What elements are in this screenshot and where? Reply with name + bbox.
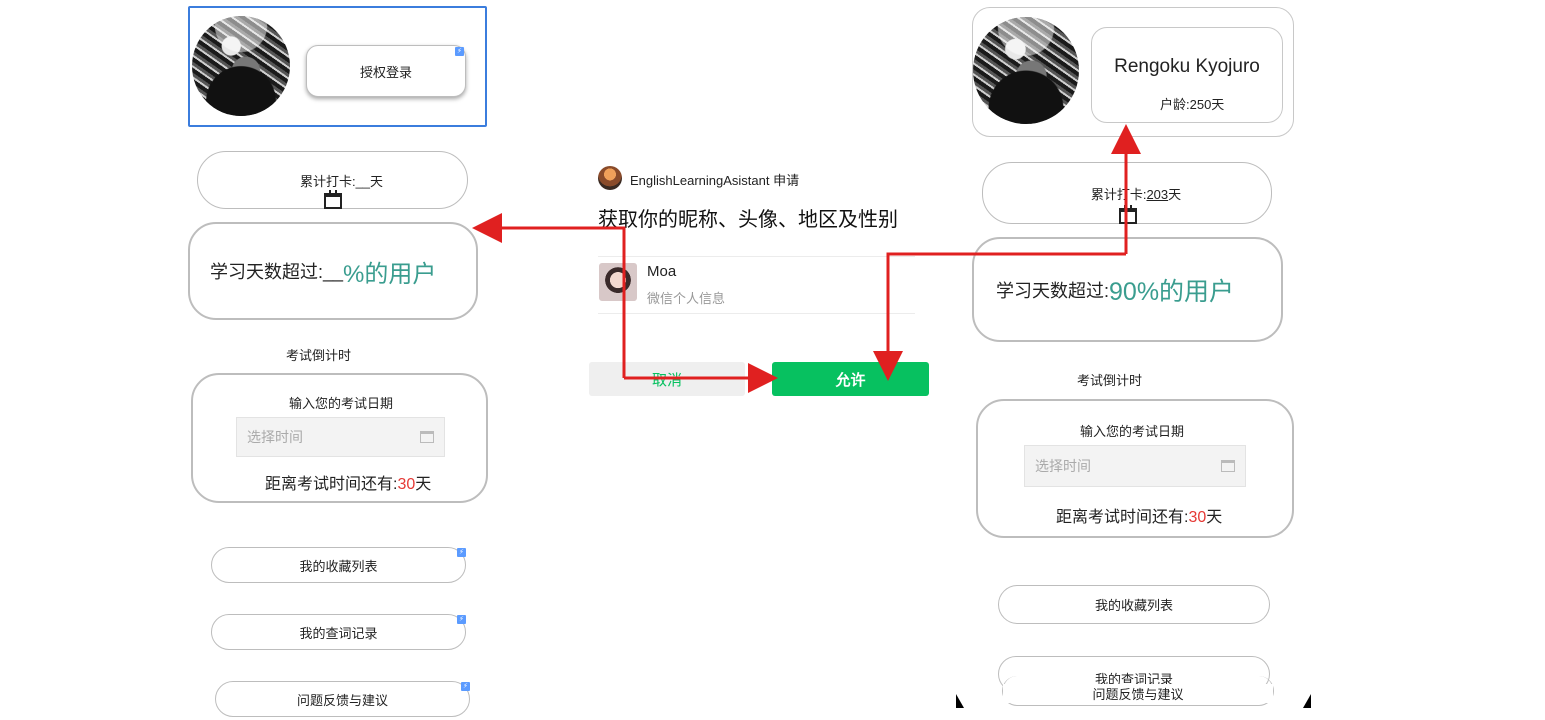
dialog-cancel-label: 取消 [651,371,682,389]
right-remain-days: 30 [1188,509,1207,526]
right-checkin-days: 203 [1146,186,1169,202]
dialog-user-sub: 微信个人信息 [647,291,726,306]
left-countdown-title: 考试倒计时 [286,348,352,363]
left-study-suffix: %的用户 [343,260,437,288]
left-checkin-label: 累计打卡:__天 [299,173,384,189]
dialog-cancel-button[interactable]: 取消 [589,362,745,396]
left-study-card: 学习天数超过:__ %的用户 [188,222,478,320]
dialog-user-name: Moa [647,263,677,280]
right-menu-favorites-label: 我的收藏列表 [1094,598,1173,613]
right-remain-prefix: 距离考试时间还有: [1056,509,1189,526]
left-date-placeholder: 选择时间 [247,429,303,445]
left-remain-suffix: 天 [415,476,432,493]
calendar-small-icon [1221,460,1235,472]
right-study-prefix: 学习天数超过: [996,280,1110,301]
right-study-card: 学习天数超过: 90%的用户 [972,237,1283,342]
left-remain-days: 30 [397,476,416,493]
calendar-icon [323,190,342,209]
divider [598,313,915,314]
right-date-input[interactable]: 选择时间 [1024,445,1246,487]
right-checkin-prefix: 累计打卡: [1090,186,1147,202]
left-menu-feedback[interactable]: 问题反馈与建议 [215,681,470,717]
flash-icon: ⚡ [461,682,470,691]
auth-login-button[interactable]: 授权登录 [306,45,466,97]
left-menu-favorites-label: 我的收藏列表 [299,558,378,574]
flash-icon: ⚡ [455,47,464,56]
right-checkin-suffix: 天 [1168,186,1182,202]
corner-mark [1303,694,1311,708]
right-menu-feedback[interactable]: 问题反馈与建议 [1002,676,1274,706]
left-menu-favorites[interactable]: 我的收藏列表 [211,547,466,583]
right-user-card: Rengoku Kyojuro 户龄:250天 [1091,27,1283,123]
flash-icon: ⚡ [457,615,466,624]
right-date-placeholder: 选择时间 [1035,458,1091,474]
left-profile-card: 授权登录 ⚡ [188,6,487,127]
right-remain-text: 距离考试时间还有:30天 [1056,503,1222,527]
left-menu-history[interactable]: 我的查词记录 [211,614,466,650]
flash-icon: ⚡ [457,548,466,557]
left-date-input[interactable]: 选择时间 [236,417,445,457]
dialog-user-avatar [599,263,637,301]
left-exam-date-label: 输入您的考试日期 [289,396,394,411]
right-avatar [973,17,1079,124]
right-study-suffix: 90%的用户 [1109,277,1235,306]
right-checkin-text: 累计打卡:203天 [1091,184,1181,203]
auth-login-label: 授权登录 [359,64,412,80]
right-user-name: Rengoku Kyojuro [1114,56,1260,77]
dialog-allow-label: 允许 [835,371,866,389]
dialog-app-name: EnglishLearningAsistant 申请 [630,173,800,188]
dialog-app-avatar [598,166,622,190]
right-countdown-title: 考试倒计时 [1077,373,1143,388]
right-checkin-card: 累计打卡:203天 [982,162,1272,224]
right-user-age: 户龄:250天 [1160,97,1225,112]
right-remain-suffix: 天 [1206,509,1223,526]
left-checkin-card: 累计打卡:__天 [197,151,468,209]
right-exam-card: 输入您的考试日期 选择时间 距离考试时间还有:30天 [976,399,1294,538]
right-profile-card: Rengoku Kyojuro 户龄:250天 [972,7,1294,137]
left-remain-prefix: 距离考试时间还有: [265,476,398,493]
left-study-prefix: 学习天数超过:__ [210,262,344,282]
calendar-icon [1118,205,1137,224]
left-remain-text: 距离考试时间还有:30天 [265,470,431,494]
right-menu-feedback-label: 问题反馈与建议 [1003,684,1273,703]
corner-mark [956,694,964,708]
arrow-to-left-study [472,213,626,378]
divider [598,256,915,257]
right-exam-date-label: 输入您的考试日期 [1080,424,1185,439]
left-exam-card: 输入您的考试日期 选择时间 距离考试时间还有:30天 [191,373,488,503]
right-menu-favorites[interactable]: 我的收藏列表 [998,585,1270,624]
left-menu-history-label: 我的查词记录 [299,625,378,641]
calendar-small-icon [420,431,434,443]
left-menu-feedback-label: 问题反馈与建议 [296,692,388,708]
dialog-title: 获取你的昵称、头像、地区及性别 [598,209,898,231]
left-avatar [192,16,290,116]
dialog-allow-button[interactable]: 允许 [772,362,929,396]
